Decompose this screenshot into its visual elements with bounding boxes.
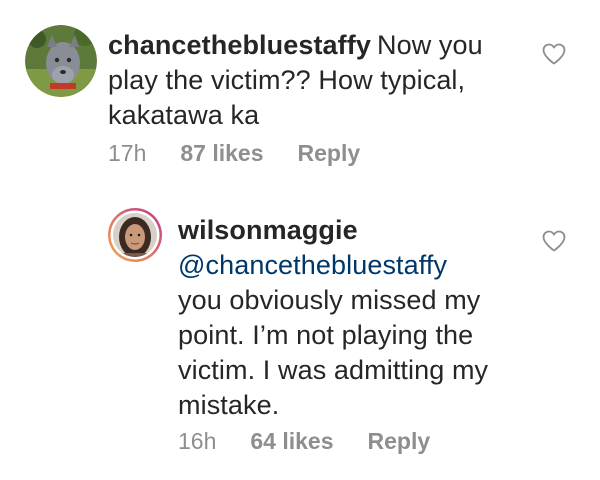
comment-2-like-button[interactable] <box>541 229 567 253</box>
comment-1-text-block: chancethebluestaffy Now you play the vict… <box>108 28 528 133</box>
comment-1-timestamp: 17h <box>108 140 147 166</box>
heart-outline-icon <box>542 230 566 252</box>
comment-1-username[interactable]: chancethebluestaffy <box>108 30 371 60</box>
comment-2-meta: 16h 64 likes Reply <box>178 428 430 455</box>
comment-1-meta: 17h 87 likes Reply <box>108 140 360 167</box>
comment-2: wilsonmaggie @chancethebluestaffy you ob… <box>0 195 600 480</box>
heart-outline-icon <box>542 43 566 65</box>
comment-1: chancethebluestaffy Now you play the vict… <box>0 0 600 180</box>
comment-2-mention[interactable]: @chancethebluestaffy <box>178 250 447 280</box>
comment-2-username[interactable]: wilsonmaggie <box>178 215 358 245</box>
avatar-chancethebluestaffy[interactable] <box>25 25 97 97</box>
comment-1-likes[interactable]: 87 likes <box>180 140 263 167</box>
comment-2-reply-button[interactable]: Reply <box>368 428 431 455</box>
comment-2-likes[interactable]: 64 likes <box>250 428 333 455</box>
avatar-wilsonmaggie[interactable] <box>107 207 163 263</box>
comment-2-text-block: wilsonmaggie @chancethebluestaffy you ob… <box>178 213 528 423</box>
comment-1-like-button[interactable] <box>541 42 567 66</box>
comment-2-body: you obviously missed my point. I’m not p… <box>178 285 489 420</box>
comment-2-timestamp: 16h <box>178 428 217 454</box>
comment-1-reply-button[interactable]: Reply <box>298 140 361 167</box>
